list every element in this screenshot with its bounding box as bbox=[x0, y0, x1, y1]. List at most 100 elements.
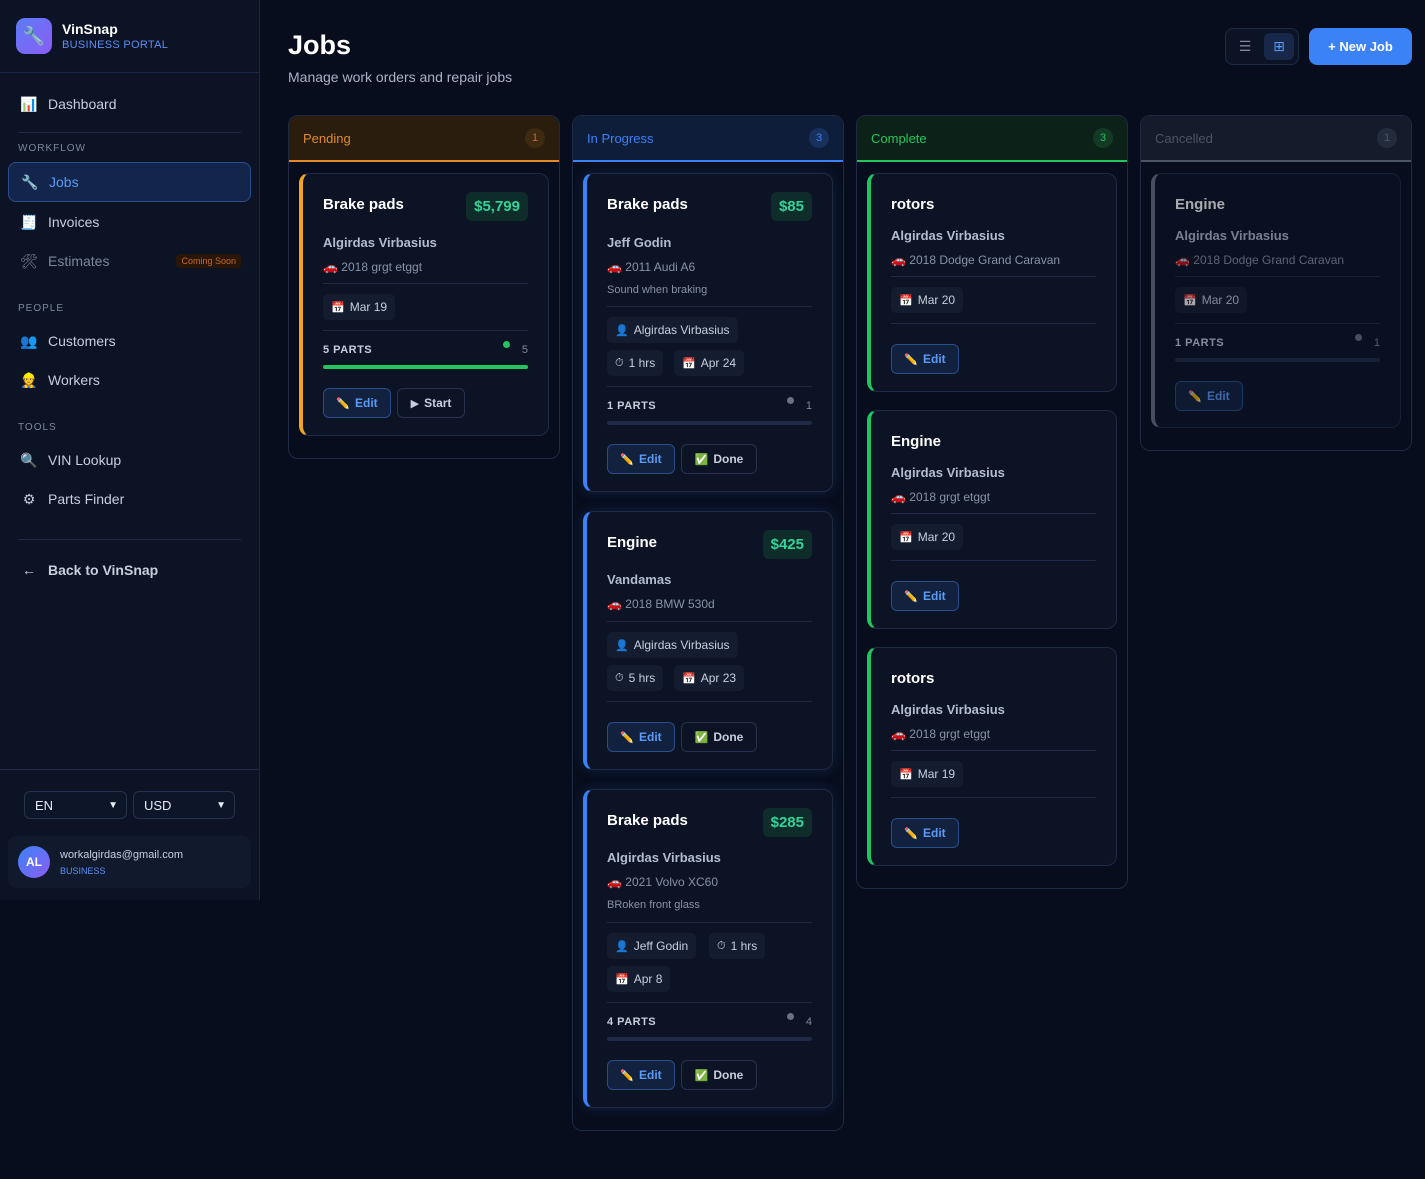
nav-workers[interactable]: 👷 Workers bbox=[8, 360, 251, 400]
nav-customers-label: Customers bbox=[48, 333, 116, 349]
column-header: Cancelled 1 bbox=[1141, 116, 1411, 162]
divider bbox=[1175, 276, 1380, 277]
edit-button[interactable]: ✏️ Edit bbox=[607, 722, 675, 752]
divider bbox=[0, 769, 259, 770]
parts-progress-fill bbox=[323, 365, 528, 369]
edit-button[interactable]: ✏️ Edit bbox=[607, 444, 675, 474]
column-complete: Complete 3 rotors Algirdas Virbasius 🚗 2… bbox=[856, 115, 1128, 889]
new-job-button[interactable]: + New Job bbox=[1309, 28, 1412, 65]
edit-button[interactable]: ✏️ Edit bbox=[323, 388, 391, 418]
chevron-down-icon: ▼ bbox=[108, 799, 118, 811]
parts-status-dot bbox=[1355, 334, 1362, 341]
job-card[interactable]: Engine Algirdas Virbasius 🚗 2018 Dodge G… bbox=[1151, 173, 1401, 428]
column-title: Cancelled bbox=[1155, 130, 1213, 146]
edit-button[interactable]: ✏️ Edit bbox=[607, 1060, 675, 1090]
divider bbox=[323, 283, 528, 284]
job-title: Brake pads bbox=[607, 196, 688, 213]
language-select[interactable]: EN ▼ bbox=[24, 791, 127, 819]
nav-vin-lookup[interactable]: 🔍 VIN Lookup bbox=[8, 440, 251, 480]
date-chip: 📅 Mar 19 bbox=[323, 294, 396, 320]
nav-invoices[interactable]: 🧾 Invoices bbox=[8, 202, 251, 242]
start-button[interactable]: ▶ Start bbox=[397, 388, 465, 418]
nav-parts-finder-label: Parts Finder bbox=[48, 491, 125, 507]
edit-button[interactable]: ✏️ Edit bbox=[1175, 381, 1243, 411]
date-chip: 📅 Mar 20 bbox=[1175, 287, 1248, 313]
nav-parts-finder[interactable]: ⚙ Parts Finder bbox=[8, 479, 251, 519]
section-tools: TOOLS bbox=[18, 422, 57, 433]
nav-customers[interactable]: 👥 Customers bbox=[8, 321, 251, 361]
job-card[interactable]: Brake pads $5,799 Algirdas Virbasius 🚗 2… bbox=[299, 173, 549, 436]
column-header: In Progress 3 bbox=[573, 116, 843, 162]
brand-name: VinSnap bbox=[62, 21, 118, 37]
section-workflow: WORKFLOW bbox=[18, 143, 86, 154]
job-title: Engine bbox=[607, 534, 658, 551]
parts-count: 1 bbox=[805, 400, 812, 412]
calendar-icon: 📅 bbox=[682, 672, 696, 685]
parts-label: 5 PARTS bbox=[323, 344, 373, 356]
nav-estimates[interactable]: 🛠 Estimates Coming Soon bbox=[8, 241, 251, 281]
calendar-icon: 📅 bbox=[615, 973, 629, 986]
person-icon: 👤 bbox=[615, 639, 629, 652]
divider bbox=[607, 1002, 812, 1003]
nav-jobs[interactable]: 🔧 Jobs bbox=[8, 162, 251, 202]
job-card[interactable]: Engine Algirdas Virbasius 🚗 2018 grgt et… bbox=[867, 410, 1117, 629]
wrench-icon: 🔧 bbox=[21, 173, 39, 190]
parts-status-dot bbox=[787, 397, 794, 404]
user-email: workalgirdas@gmail.com bbox=[60, 848, 184, 861]
date-chip: 📅 Apr 23 bbox=[674, 665, 745, 691]
stopwatch-icon: ⏱ bbox=[717, 939, 726, 952]
job-vehicle: 🚗 2018 grgt etggt bbox=[891, 727, 991, 741]
grid-icon[interactable]: ⊞ bbox=[1264, 33, 1294, 60]
job-card[interactable]: rotors Algirdas Virbasius 🚗 2018 grgt et… bbox=[867, 647, 1117, 866]
edit-button[interactable]: ✏️ Edit bbox=[891, 344, 959, 374]
parts-status-dot bbox=[503, 341, 510, 348]
column-title: In Progress bbox=[587, 130, 654, 146]
divider bbox=[891, 323, 1096, 324]
job-customer: Algirdas Virbasius bbox=[891, 702, 1005, 717]
nav-back[interactable]: ← Back to VinSnap bbox=[8, 550, 251, 590]
edit-button[interactable]: ✏️ Edit bbox=[891, 818, 959, 848]
job-customer: Algirdas Virbasius bbox=[607, 850, 721, 865]
car-icon: 🚗 bbox=[891, 727, 906, 741]
divider bbox=[607, 621, 812, 622]
car-icon: 🚗 bbox=[891, 253, 906, 267]
divider bbox=[891, 797, 1096, 798]
done-button[interactable]: ✅ Done bbox=[681, 444, 757, 474]
column-header: Pending 1 bbox=[289, 116, 559, 162]
hours-chip: ⏱ 1 hrs bbox=[607, 350, 664, 376]
car-icon: 🚗 bbox=[891, 490, 906, 504]
chart-icon: 📊 bbox=[20, 95, 38, 112]
column-title: Pending bbox=[303, 130, 351, 146]
people-icon: 👥 bbox=[20, 332, 38, 349]
edit-button[interactable]: ✏️ Edit bbox=[891, 581, 959, 611]
divider bbox=[891, 513, 1096, 514]
nav-dashboard-label: Dashboard bbox=[48, 96, 117, 112]
column-count: 1 bbox=[525, 128, 545, 148]
worker-icon: 👷 bbox=[20, 371, 38, 388]
done-button[interactable]: ✅ Done bbox=[681, 1060, 757, 1090]
list-icon[interactable]: ☰ bbox=[1230, 33, 1260, 60]
pencil-icon: ✏️ bbox=[336, 397, 351, 410]
job-customer: Algirdas Virbasius bbox=[891, 465, 1005, 480]
nav-dashboard[interactable]: 📊 Dashboard bbox=[8, 84, 251, 124]
parts-label: 1 PARTS bbox=[1175, 337, 1225, 349]
done-button[interactable]: ✅ Done bbox=[681, 722, 757, 752]
job-card[interactable]: Engine $425 Vandamas 🚗 2018 BMW 530d 👤 Al… bbox=[583, 511, 833, 770]
divider bbox=[607, 386, 812, 387]
car-icon: 🚗 bbox=[607, 875, 622, 889]
pencil-icon: ✏️ bbox=[904, 590, 919, 603]
job-card[interactable]: Brake pads $85 Jeff Godin 🚗 2011 Audi A6… bbox=[583, 173, 833, 492]
date-chip: 📅 Mar 20 bbox=[891, 287, 964, 313]
nav-vin-lookup-label: VIN Lookup bbox=[48, 452, 122, 468]
job-card[interactable]: rotors Algirdas Virbasius 🚗 2018 Dodge G… bbox=[867, 173, 1117, 392]
calendar-icon: 📅 bbox=[899, 531, 913, 544]
user-profile[interactable]: AL workalgirdas@gmail.com BUSINESS bbox=[8, 836, 251, 888]
job-card[interactable]: Brake pads $285 Algirdas Virbasius 🚗 202… bbox=[583, 789, 833, 1108]
currency-select[interactable]: USD ▼ bbox=[133, 791, 235, 819]
calendar-icon: 📅 bbox=[682, 357, 696, 370]
job-customer: Algirdas Virbasius bbox=[323, 235, 437, 250]
job-note: BRoken front glass bbox=[607, 899, 700, 911]
nav-estimates-label: Estimates bbox=[48, 253, 110, 269]
check-icon: ✅ bbox=[694, 453, 709, 466]
coming-soon-badge: Coming Soon bbox=[176, 254, 241, 268]
